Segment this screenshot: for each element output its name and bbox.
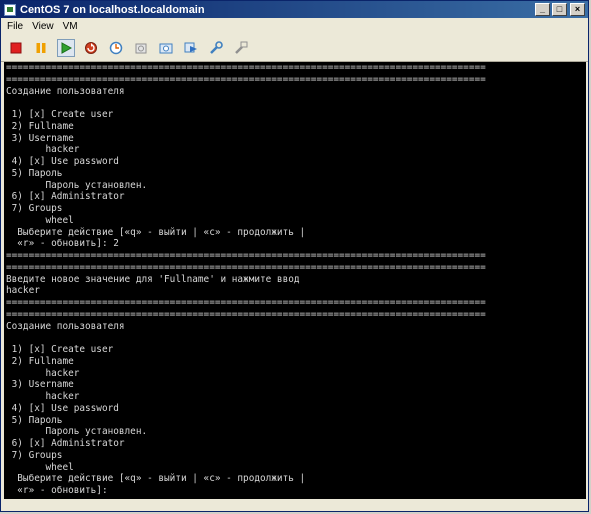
vm-app-icon: [4, 3, 16, 16]
console-line: ========================================…: [6, 62, 486, 73]
menu-file[interactable]: File: [7, 21, 23, 32]
console-line: 4) [x] Use password: [6, 156, 119, 167]
stop-button[interactable]: [7, 39, 25, 57]
stop-icon: [10, 42, 22, 53]
console-line: ========================================…: [6, 297, 486, 308]
console-line: ========================================…: [6, 308, 486, 320]
minimize-button[interactable]: _: [535, 3, 550, 16]
console-line: 6) [x] Administrator: [6, 438, 125, 449]
menu-view[interactable]: View: [32, 21, 54, 32]
revert-button[interactable]: [132, 39, 150, 57]
console-line: hacker: [6, 144, 80, 156]
snapshot-manager-button[interactable]: [157, 39, 175, 57]
console-line: Создание пользователя: [6, 85, 125, 97]
console-line: Создание пользователя: [6, 320, 125, 332]
console-line: 3) Username: [6, 132, 74, 144]
console-line: ========================================…: [6, 261, 486, 273]
close-button[interactable]: ×: [570, 3, 585, 16]
console-line: 5) Пароль: [6, 414, 63, 426]
reset-icon: [85, 41, 97, 54]
console-line: 5) Пароль: [6, 167, 63, 179]
vm-window: CentOS 7 on localhost.localdomain _ □ × …: [0, 0, 589, 512]
send-keys-button[interactable]: [182, 39, 200, 57]
console-line: hacker: [6, 367, 80, 379]
send-keys-icon: [184, 42, 197, 52]
reset-button[interactable]: [82, 39, 100, 57]
status-bar: [4, 500, 586, 511]
console-line: 1) [x] Create user: [6, 109, 114, 120]
settings-button[interactable]: [207, 39, 225, 57]
snapshot-button[interactable]: [107, 39, 125, 57]
console-line: «r» - обновить]:: [6, 485, 108, 496]
console-line: 2) Fullname: [6, 355, 74, 367]
console-line: ========================================…: [6, 250, 486, 261]
maximize-button[interactable]: □: [552, 3, 567, 16]
window-title: CentOS 7 on localhost.localdomain: [20, 3, 205, 16]
console-line: Выберите действие [«q» - выйти | «c» - п…: [6, 473, 306, 485]
console-line: hacker: [6, 285, 40, 297]
console-line: 7) Groups: [6, 203, 63, 214]
console-line: 2) Fullname: [6, 120, 74, 132]
console-line: «r» - обновить]: 2: [6, 238, 119, 250]
console-screen[interactable]: ========================================…: [4, 62, 586, 499]
menu-bar: File View VM: [1, 18, 588, 34]
play-icon: [61, 41, 72, 54]
console-line: 7) Groups: [6, 449, 63, 461]
console-line: wheel: [6, 461, 74, 473]
menu-vm[interactable]: VM: [63, 21, 78, 32]
revert-icon: [135, 43, 147, 53]
console-line: Выберите действие [«q» - выйти | «c» - п…: [6, 226, 306, 238]
console-line: Пароль установлен.: [6, 426, 148, 438]
console-line: 3) Username: [6, 379, 74, 391]
pause-icon: [36, 42, 46, 53]
play-button[interactable]: [57, 38, 75, 57]
console-line: 4) [x] Use password: [6, 402, 119, 414]
toolbar: [1, 34, 588, 62]
console-line: 6) [x] Administrator: [6, 191, 125, 203]
tools-icon: [235, 41, 248, 54]
console-line: ========================================…: [6, 73, 486, 85]
console-line: Введите новое значение для 'Fullname' и …: [6, 273, 300, 285]
settings-icon: [210, 40, 223, 54]
title-bar[interactable]: CentOS 7 on localhost.localdomain _ □ ×: [1, 1, 588, 18]
console-line: 1) [x] Create user: [6, 344, 114, 355]
console-line: Пароль установлен.: [6, 179, 148, 191]
pause-button[interactable]: [32, 39, 50, 57]
console-line: wheel: [6, 214, 74, 226]
snapshot-manager-icon: [159, 43, 173, 53]
console-line: hacker: [6, 391, 80, 402]
snapshot-icon: [109, 41, 123, 54]
tools-button[interactable]: [232, 39, 250, 57]
